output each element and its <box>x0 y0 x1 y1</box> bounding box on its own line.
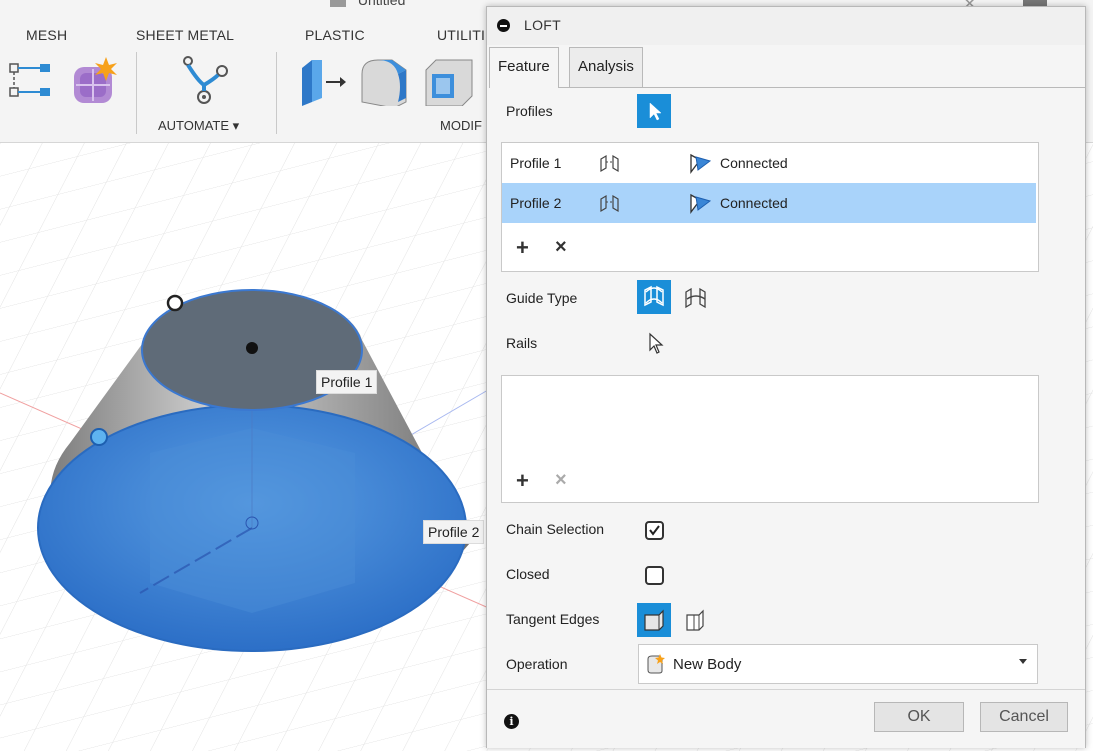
dialog-footer: i OK Cancel <box>487 689 1085 748</box>
operation-dropdown[interactable]: New Body <box>638 644 1038 684</box>
merge-edges-icon <box>644 609 664 631</box>
add-profile-icon[interactable]: + <box>516 235 529 261</box>
shell-icon[interactable] <box>422 56 474 109</box>
new-body-icon <box>647 654 665 674</box>
loft-dialog: LOFT Feature Analysis Profiles Profile 1… <box>486 6 1086 748</box>
window-title: Untitled <box>330 0 405 8</box>
profile-name: Profile 2 <box>510 195 562 211</box>
profile-1-canvas-label: Profile 1 <box>316 370 378 394</box>
profiles-select-button[interactable] <box>637 94 671 128</box>
chain-selection-label: Chain Selection <box>506 521 605 537</box>
document-icon <box>330 0 346 8</box>
dialog-tabs: Feature Analysis <box>489 47 1085 88</box>
press-pull-icon[interactable] <box>296 56 346 109</box>
checkmark-icon <box>649 525 660 536</box>
profile-2-canvas-label: Profile 2 <box>423 520 485 544</box>
profile-end-condition-icon[interactable] <box>597 153 623 173</box>
remove-rail-icon: × <box>555 469 567 491</box>
modify-caption[interactable]: MODIF <box>440 118 482 133</box>
profile-status: Connected <box>720 195 788 211</box>
operation-value: New Body <box>673 656 742 673</box>
ribbon-tab-sheet-metal[interactable]: SHEET METAL <box>136 27 234 43</box>
rails-label: Rails <box>506 335 538 351</box>
profile-row[interactable]: Profile 1 Connected <box>502 143 1036 183</box>
tangent-edges-label: Tangent Edges <box>506 611 600 627</box>
automate-caption[interactable]: AUTOMATE ▾ <box>158 118 239 134</box>
profile-name: Profile 1 <box>510 155 562 171</box>
profile-center-point <box>246 342 258 354</box>
chain-selection-checkbox[interactable] <box>645 521 664 540</box>
keep-edges-icon <box>686 609 704 631</box>
closed-checkbox[interactable] <box>645 566 664 585</box>
profile-1-point[interactable] <box>166 294 184 312</box>
dialog-title-bar[interactable]: LOFT <box>487 7 1085 45</box>
connected-icon[interactable] <box>688 192 714 214</box>
closed-label: Closed <box>506 566 550 582</box>
profile-end-condition-icon[interactable] <box>597 193 623 213</box>
fillet-icon[interactable] <box>358 56 410 109</box>
info-icon[interactable]: i <box>504 714 519 729</box>
operation-label: Operation <box>506 656 568 672</box>
tab-feature[interactable]: Feature <box>489 47 559 88</box>
profile-row[interactable]: Profile 2 Connected <box>502 183 1036 223</box>
ribbon-tab-mesh[interactable]: MESH <box>26 27 67 43</box>
add-rail-icon[interactable]: + <box>516 468 529 494</box>
connected-icon[interactable] <box>688 152 714 174</box>
ribbon-tab-utilities[interactable]: UTILITI <box>437 27 485 43</box>
tangent-edges-keep-button[interactable] <box>681 605 711 635</box>
cursor-arrow-icon <box>649 102 662 121</box>
rails-guide-icon <box>644 285 664 307</box>
profiles-label: Profiles <box>506 103 553 119</box>
ribbon-tab-plastic[interactable]: PLASTIC <box>305 27 365 43</box>
ok-button[interactable]: OK <box>874 702 964 732</box>
remove-profile-icon[interactable]: × <box>555 236 567 259</box>
profile-2-point[interactable] <box>90 428 108 446</box>
dialog-title: LOFT <box>524 17 561 33</box>
guide-type-label: Guide Type <box>506 290 578 306</box>
rails-list: + × <box>501 375 1039 503</box>
guide-type-rails-button[interactable] <box>637 280 671 314</box>
tab-analysis[interactable]: Analysis <box>569 47 643 87</box>
collapse-icon[interactable] <box>497 19 510 32</box>
profile-status: Connected <box>720 155 788 171</box>
guide-type-centerline-button[interactable] <box>681 283 711 313</box>
profiles-list: Profile 1 Connected Profile 2 Connected <box>501 142 1039 272</box>
tangent-edges-merge-button[interactable] <box>637 603 671 637</box>
rails-select-cursor-icon[interactable] <box>645 331 669 357</box>
cancel-button[interactable]: Cancel <box>980 702 1068 732</box>
mesh-create-icon[interactable] <box>70 55 122 110</box>
centerline-guide-icon <box>685 287 706 309</box>
automate-icon[interactable] <box>178 55 230 110</box>
chevron-down-icon <box>1019 659 1027 664</box>
mesh-sketch-icon[interactable] <box>8 60 54 107</box>
